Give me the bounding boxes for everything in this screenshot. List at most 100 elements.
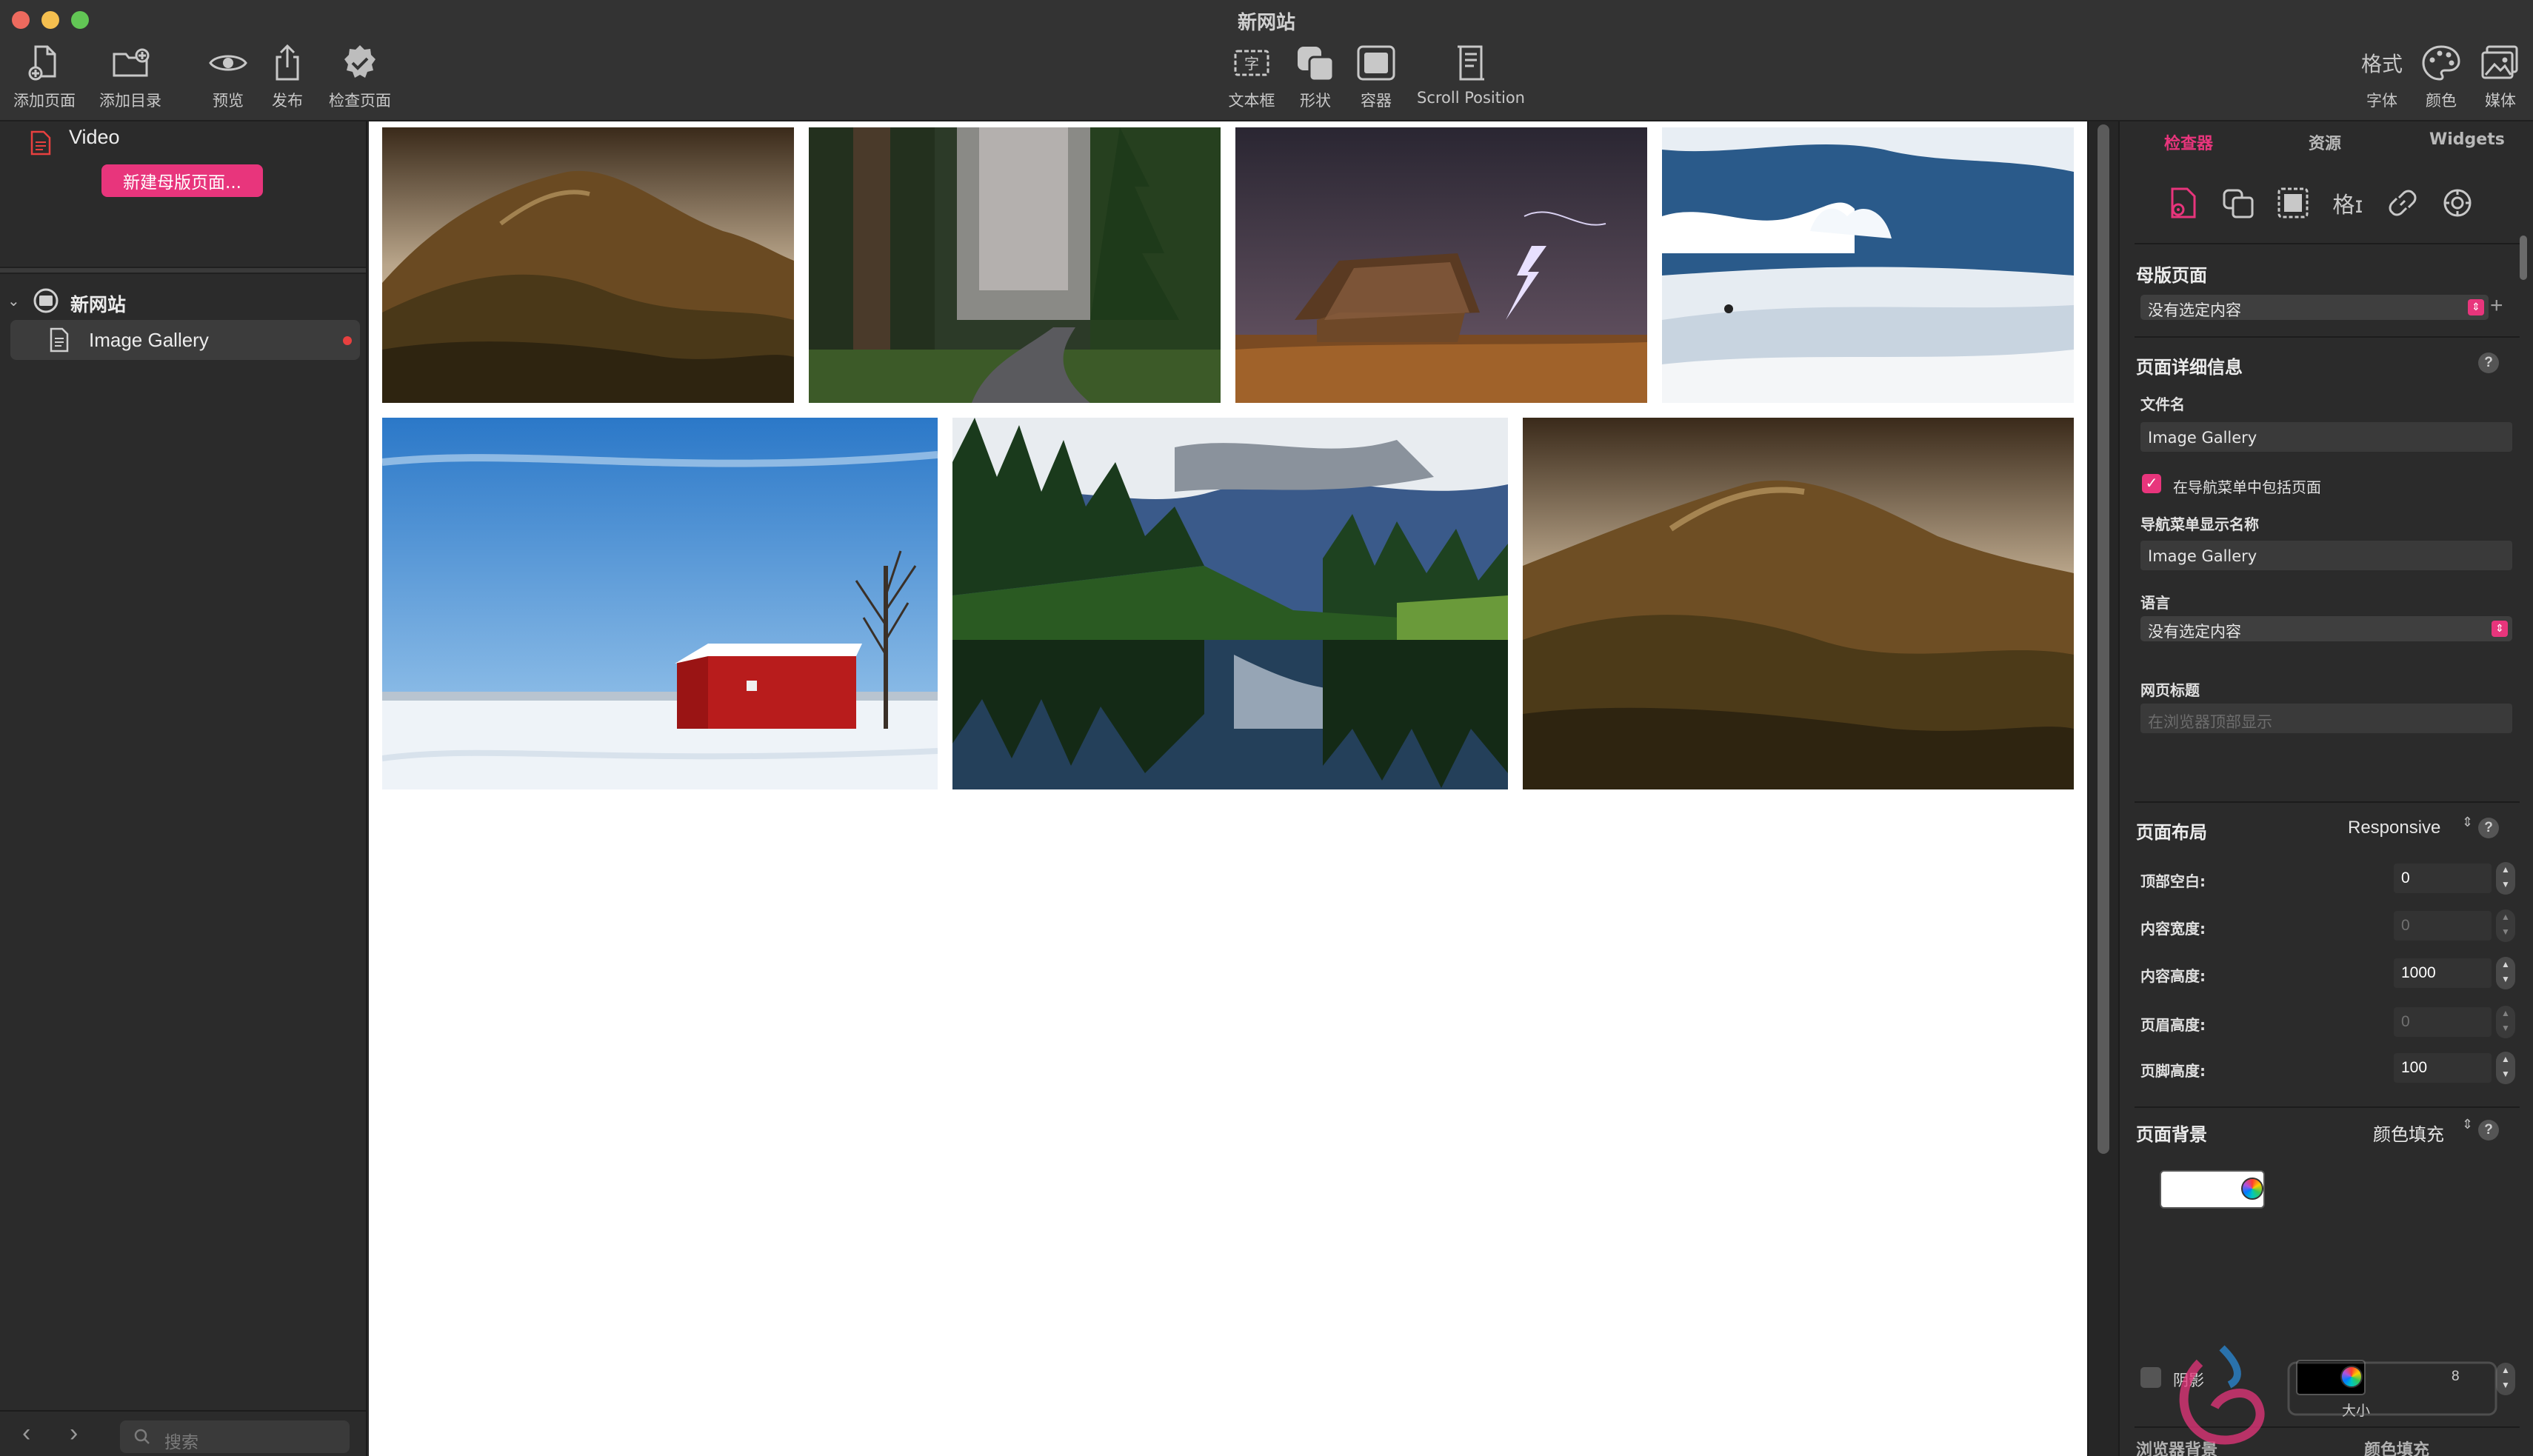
new-master-page-button[interactable]: 新建母版页面... <box>101 164 263 197</box>
content-height-label: 内容高度: <box>2140 967 2206 985</box>
scroll-position-icon <box>1447 39 1495 87</box>
forest-lake-photo[interactable] <box>952 418 1508 789</box>
add-page-button[interactable]: 添加页面 <box>7 39 81 116</box>
forest-road-photo[interactable] <box>809 127 1221 403</box>
template-row[interactable]: Video 新建母版页面... <box>0 121 366 277</box>
preview-button[interactable]: 预览 <box>198 39 258 116</box>
add-folder-label: 添加目录 <box>99 92 161 110</box>
text-box-button[interactable]: 字 文本框 <box>1222 39 1281 116</box>
add-master-plus-icon[interactable]: + <box>2490 293 2503 318</box>
sidebar-footer: ‹ › 搜索 <box>0 1410 366 1456</box>
search-field[interactable]: 搜索 <box>120 1420 350 1453</box>
include-in-nav-checkbox[interactable]: ✓ <box>2142 474 2161 493</box>
window-toolbar: 新网站 添加页面 添加目录 预览 发布 检查页面 字 文本框 形状 容器 Scr… <box>0 0 2533 121</box>
site-name-label: 新网站 <box>70 294 127 315</box>
tab-resources[interactable]: 资源 <box>2309 130 2341 154</box>
rolling-hills-wide-photo[interactable] <box>1523 418 2074 789</box>
color-label: 颜色 <box>2426 92 2457 110</box>
lightning-barn-photo[interactable] <box>1235 127 1647 403</box>
include-in-nav-label: 在导航菜单中包括页面 <box>2173 478 2321 496</box>
gear-icon[interactable] <box>2438 184 2477 222</box>
background-color-well[interactable] <box>2160 1170 2265 1209</box>
filename-field[interactable]: Image Gallery <box>2140 422 2512 452</box>
page-title-field[interactable]: 在浏览器顶部显示 <box>2140 704 2512 733</box>
rolling-hills-photo[interactable] <box>382 127 794 403</box>
text-format-icon[interactable]: 格ɪ <box>2329 184 2367 222</box>
content-height-stepper[interactable]: ▲ ▼ <box>2496 957 2515 989</box>
header-height-stepper[interactable]: ▲ ▼ <box>2496 1006 2515 1038</box>
fill-mode-select[interactable]: 颜色填充 <box>2373 1120 2444 1146</box>
master-page-select[interactable]: 没有选定内容 ⇕ <box>2140 295 2489 320</box>
check-page-button[interactable]: 检查页面 <box>323 39 397 116</box>
chevron-down-icon[interactable]: ⌄ <box>7 292 20 310</box>
forward-arrow-icon[interactable]: › <box>70 1419 78 1448</box>
content-height-field[interactable]: 1000 <box>2394 958 2492 988</box>
add-folder-button[interactable]: 添加目录 <box>93 39 167 116</box>
help-icon[interactable]: ? <box>2478 818 2499 838</box>
filename-label: 文件名 <box>2140 395 2185 413</box>
language-value: 没有选定内容 <box>2148 623 2241 641</box>
top-margin-field[interactable]: 0 <box>2394 864 2492 893</box>
text-box-icon: 字 <box>1228 39 1275 87</box>
sidebar-divider[interactable] <box>0 267 366 274</box>
publish-button[interactable]: 发布 <box>258 39 317 116</box>
watermark-logo <box>2179 1345 2497 1445</box>
language-select[interactable]: 没有选定内容 ⇕ <box>2140 616 2512 641</box>
link-icon[interactable] <box>2383 184 2422 222</box>
scroll-position-button[interactable]: Scroll Position <box>1410 39 1532 116</box>
container-icon <box>1352 39 1400 87</box>
media-button[interactable]: 媒体 <box>2471 39 2530 116</box>
page-icon <box>50 327 69 353</box>
search-placeholder: 搜索 <box>164 1433 198 1452</box>
inspector-scroll-thumb[interactable] <box>2520 236 2527 280</box>
canvas-scrollbar[interactable] <box>2087 121 2118 1456</box>
page-canvas[interactable] <box>369 121 2087 1456</box>
master-page-value: 没有选定内容 <box>2148 301 2241 319</box>
content-width-field[interactable]: 0 <box>2394 911 2492 941</box>
color-wheel-icon[interactable] <box>2241 1178 2263 1200</box>
site-tree-item[interactable]: ⌄ 新网站 <box>0 284 366 320</box>
red-barn-snow-photo[interactable] <box>382 418 938 789</box>
container-button[interactable]: 容器 <box>1346 39 1406 116</box>
share-icon <box>264 39 311 87</box>
inspector-icon-bar: 格ɪ <box>2164 184 2520 225</box>
page-tree-item-image-gallery[interactable]: Image Gallery <box>10 320 360 360</box>
page-background-title: 页面背景 <box>2136 1124 2207 1145</box>
add-folder-icon <box>107 39 154 87</box>
header-height-row: 页眉高度: 0 ▲ ▼ <box>2140 1006 2518 1038</box>
site-icon <box>33 288 59 313</box>
footer-height-label: 页脚高度: <box>2140 1062 2206 1080</box>
font-button[interactable]: 格式 字体 <box>2352 39 2412 116</box>
format-glyph-icon: 格式 <box>2360 52 2403 76</box>
header-height-field[interactable]: 0 <box>2394 1007 2492 1037</box>
inspector-panel: 检查器 资源 Widgets 格ɪ 母版页面 没有选定内容 ⇕ + 页面详细信息… <box>2118 121 2533 1456</box>
site-sidebar: Video 新建母版页面... ⌄ 新网站 Image Gallery ‹ › … <box>0 121 367 1456</box>
container-label: 容器 <box>1361 92 1392 110</box>
tab-widgets[interactable]: Widgets <box>2429 130 2505 149</box>
content-width-stepper[interactable]: ▲ ▼ <box>2496 909 2515 942</box>
select-arrows-icon[interactable]: ⇕ <box>2462 815 2473 830</box>
shapes-button[interactable]: 形状 <box>1286 39 1345 116</box>
footer-height-stepper[interactable]: ▲ ▼ <box>2496 1052 2515 1084</box>
language-label: 语言 <box>2140 594 2170 612</box>
help-icon[interactable]: ? <box>2478 353 2499 373</box>
top-margin-stepper[interactable]: ▲ ▼ <box>2496 862 2515 895</box>
shadow-checkbox[interactable] <box>2140 1367 2161 1388</box>
section-divider <box>2135 243 2520 244</box>
color-button[interactable]: 颜色 <box>2412 39 2471 116</box>
shape-settings-icon[interactable] <box>2219 184 2257 222</box>
shapes-label: 形状 <box>1300 92 1331 110</box>
layout-mode-select[interactable]: Responsive <box>2348 818 2440 838</box>
page-settings-icon[interactable] <box>2164 184 2203 222</box>
tab-inspector[interactable]: 检查器 <box>2164 130 2213 154</box>
verified-badge-icon <box>336 39 384 87</box>
canvas-scroll-thumb[interactable] <box>2098 124 2109 1154</box>
help-icon[interactable]: ? <box>2478 1120 2499 1141</box>
nav-name-field[interactable]: Image Gallery <box>2140 541 2512 570</box>
unpublished-dot <box>343 336 352 345</box>
back-arrow-icon[interactable]: ‹ <box>22 1419 30 1448</box>
container-settings-icon[interactable] <box>2274 184 2312 222</box>
snow-clouds-photo[interactable] <box>1662 127 2074 403</box>
select-arrows-icon[interactable]: ⇕ <box>2462 1117 2473 1132</box>
footer-height-field[interactable]: 100 <box>2394 1053 2492 1083</box>
